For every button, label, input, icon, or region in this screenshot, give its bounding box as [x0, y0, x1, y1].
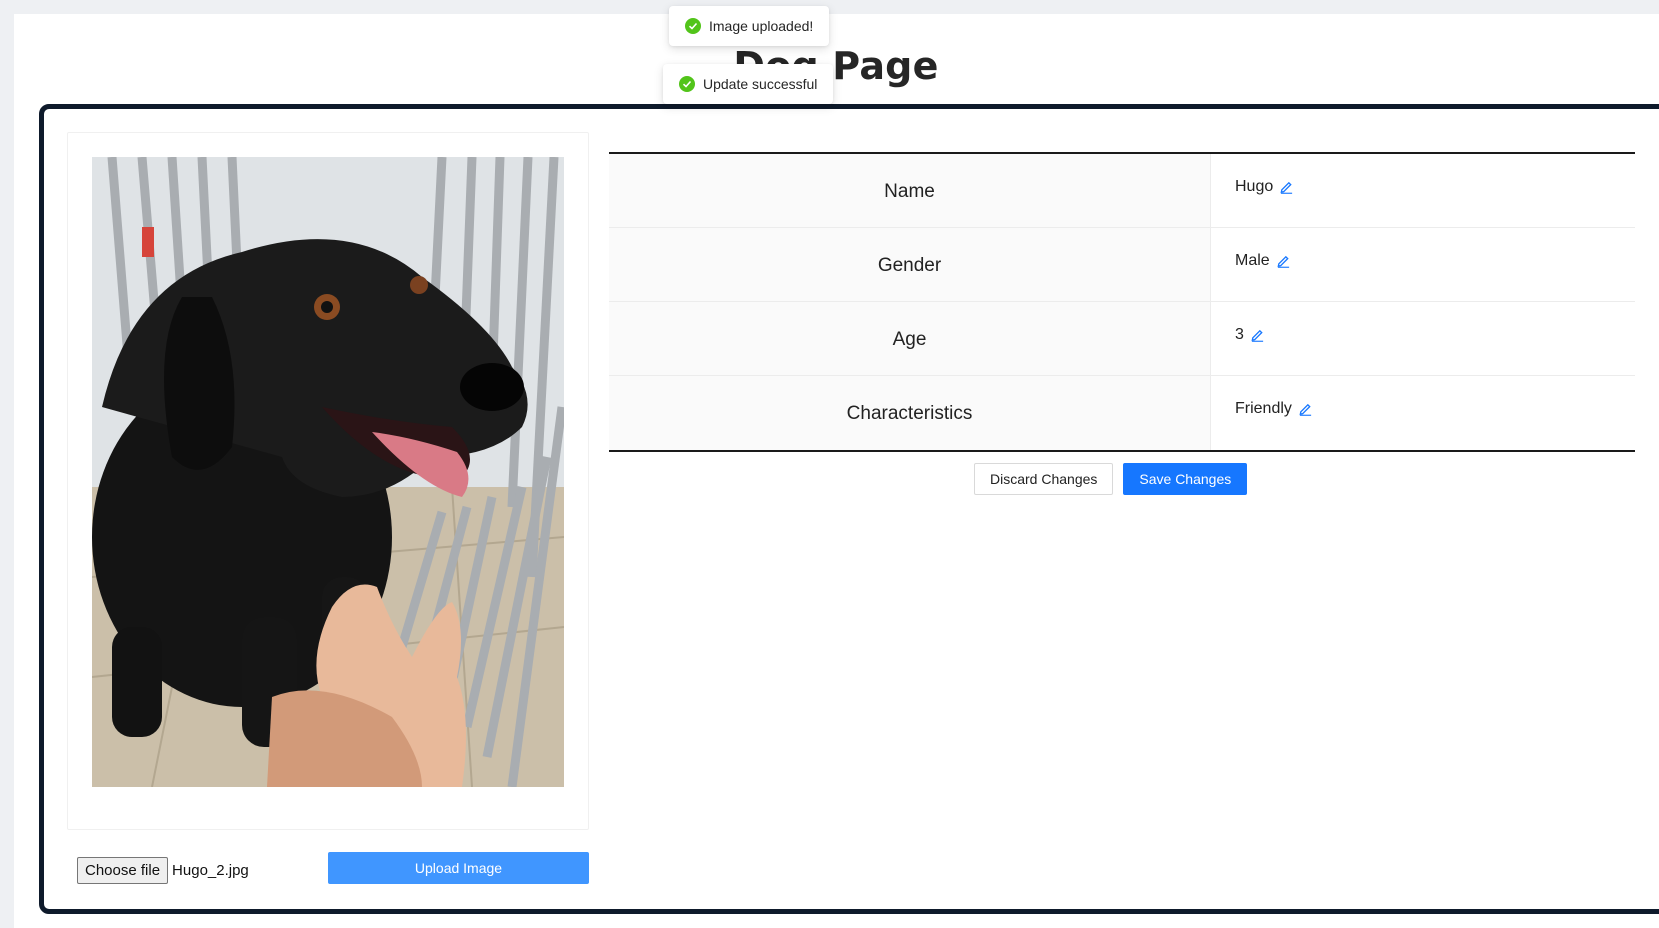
success-check-icon — [679, 76, 695, 92]
file-picker: Choose file Hugo_2.jpg — [77, 857, 249, 884]
detail-row-characteristics: Characteristics Friendly — [609, 376, 1635, 450]
detail-value-text: Male — [1235, 252, 1270, 269]
toast-update-successful: Update successful — [663, 64, 834, 104]
detail-value-text: Friendly — [1235, 400, 1292, 417]
edit-pencil-icon[interactable] — [1276, 253, 1291, 268]
toast-message: Update successful — [703, 76, 818, 92]
detail-row-name: Name Hugo — [609, 154, 1635, 228]
discard-changes-button[interactable]: Discard Changes — [974, 463, 1114, 495]
choose-file-button[interactable]: Choose file — [77, 857, 169, 884]
toast-image-uploaded: Image uploaded! — [669, 6, 830, 46]
detail-value: 3 — [1211, 302, 1635, 375]
detail-row-gender: Gender Male — [609, 228, 1635, 302]
detail-label: Age — [609, 302, 1211, 375]
upload-image-button[interactable]: Upload Image — [328, 852, 589, 884]
save-changes-button[interactable]: Save Changes — [1123, 463, 1248, 495]
detail-label: Gender — [609, 228, 1211, 301]
form-actions: Discard Changes Save Changes — [974, 463, 1248, 495]
edit-pencil-icon[interactable] — [1298, 401, 1313, 416]
detail-value: Friendly — [1211, 376, 1635, 450]
detail-label: Characteristics — [609, 376, 1211, 450]
detail-value-text: 3 — [1235, 326, 1244, 343]
detail-row-age: Age 3 — [609, 302, 1635, 376]
details-table: Name Hugo Gender Male Age 3 Characterist… — [609, 152, 1635, 452]
dog-photo — [92, 157, 564, 787]
detail-value: Male — [1211, 228, 1635, 301]
edit-pencil-icon[interactable] — [1279, 179, 1294, 194]
selected-file-name: Hugo_2.jpg — [172, 862, 249, 879]
success-check-icon — [685, 18, 701, 34]
detail-value: Hugo — [1211, 154, 1635, 227]
toast-message: Image uploaded! — [709, 18, 814, 34]
detail-label: Name — [609, 154, 1211, 227]
detail-value-text: Hugo — [1235, 178, 1274, 195]
edit-pencil-icon[interactable] — [1250, 327, 1265, 342]
